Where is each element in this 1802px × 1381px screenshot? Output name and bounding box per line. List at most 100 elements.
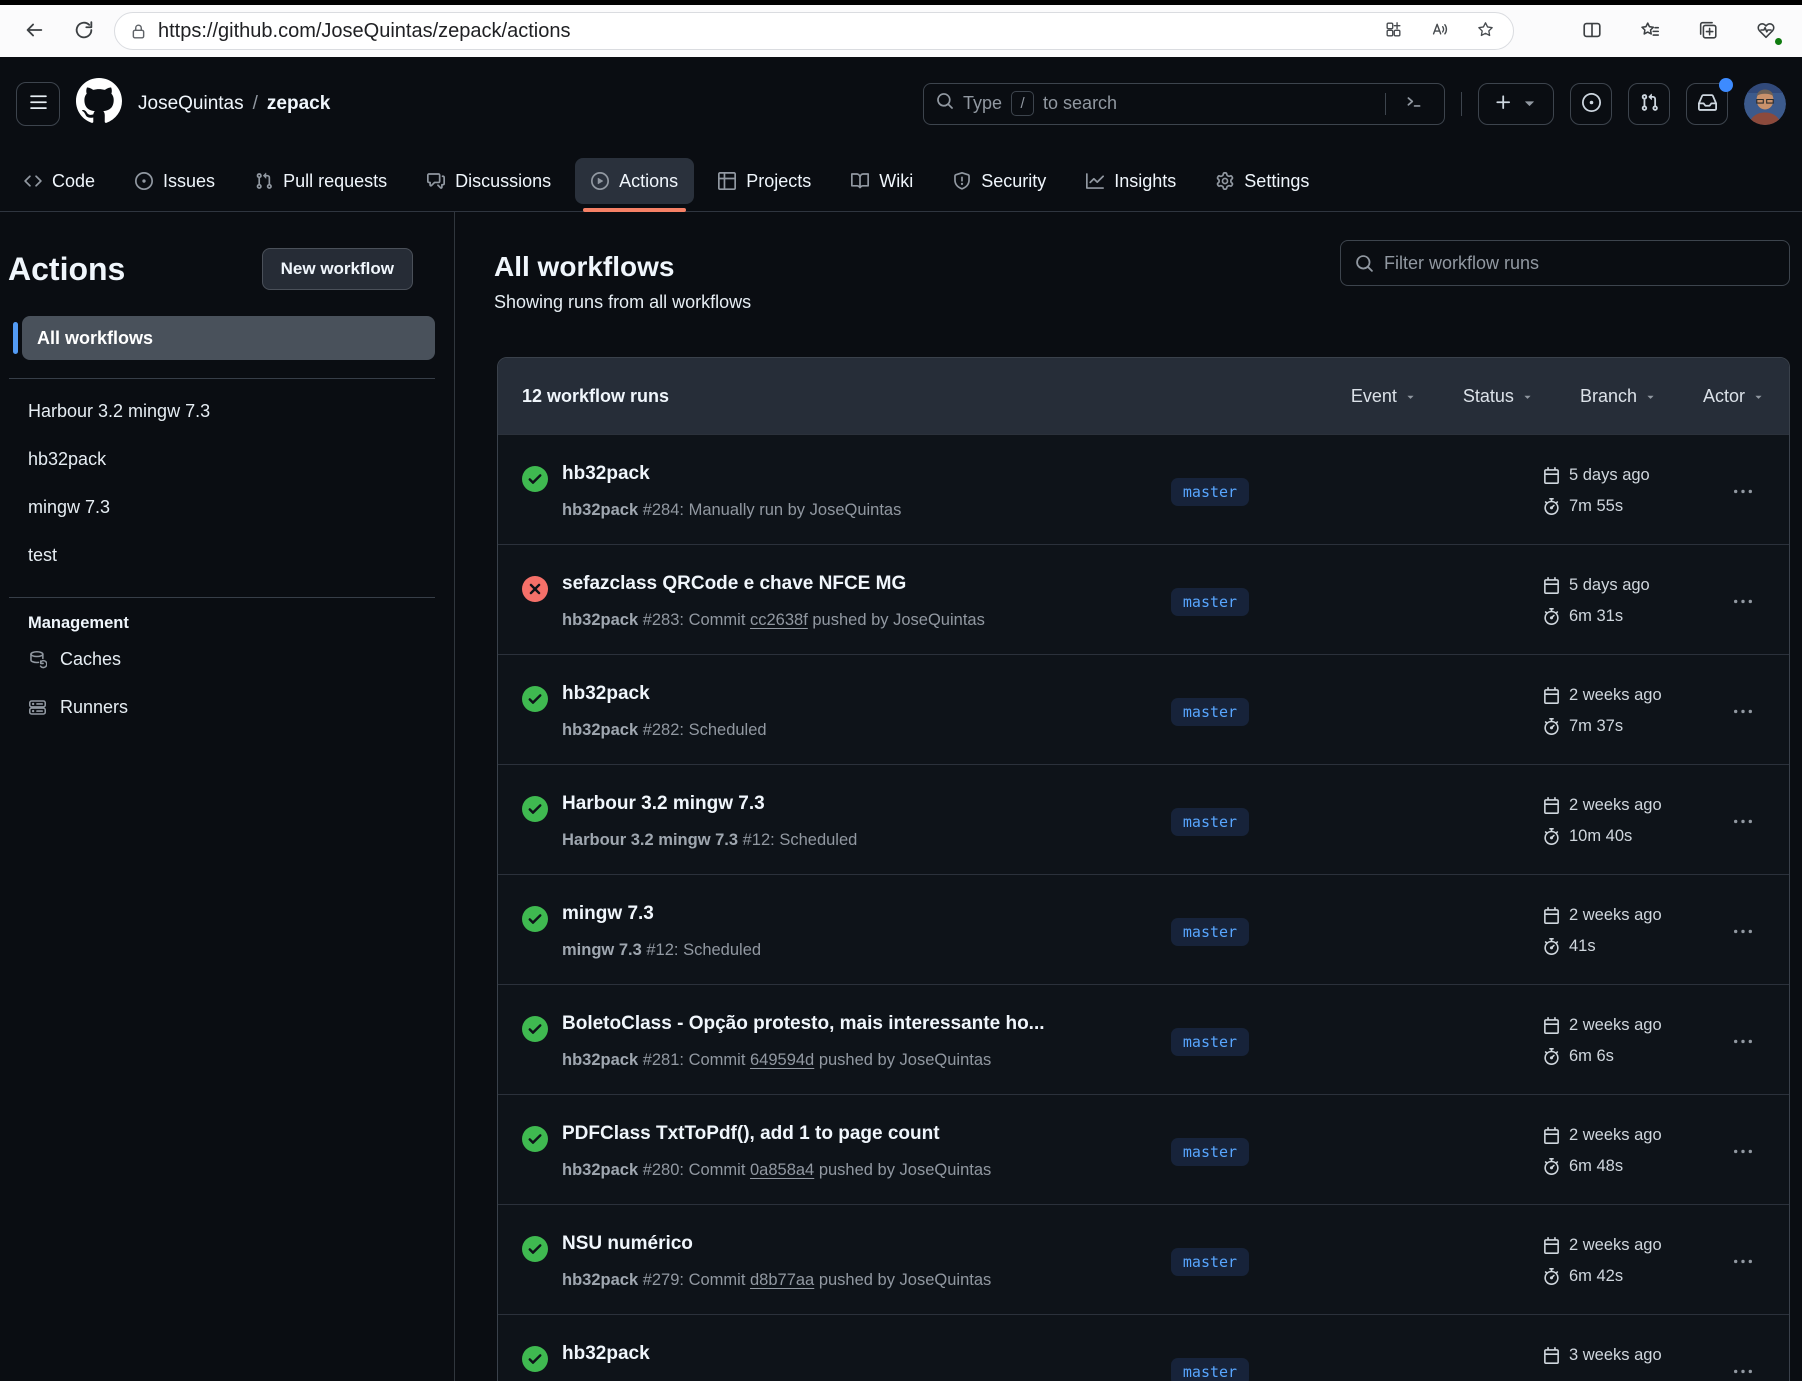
run-menu-button[interactable] xyxy=(1734,703,1752,724)
caret-down-icon xyxy=(1520,93,1539,115)
filter-event-dropdown[interactable]: Event xyxy=(1351,386,1417,407)
sidebar-item-caches[interactable]: Caches xyxy=(8,635,454,683)
run-title-link[interactable]: hb32pack xyxy=(562,461,1135,487)
run-description: hb32pack #279: Commit d8b77aa pushed by … xyxy=(562,1269,1135,1291)
breadcrumb-repo[interactable]: zepack xyxy=(267,93,330,115)
breadcrumb: JoseQuintas / zepack xyxy=(138,93,330,115)
browser-essentials-button[interactable] xyxy=(1744,11,1788,51)
tab-insights[interactable]: Insights xyxy=(1070,158,1192,204)
tab-discussions[interactable]: Discussions xyxy=(411,158,567,204)
branch-badge[interactable]: master xyxy=(1171,1138,1249,1166)
global-menu-button[interactable] xyxy=(16,82,60,126)
avatar[interactable] xyxy=(1744,83,1786,125)
add-favorite-button[interactable] xyxy=(1467,14,1503,48)
tab-settings[interactable]: Settings xyxy=(1200,158,1325,204)
run-menu-button[interactable] xyxy=(1734,1033,1752,1054)
run-title-link[interactable]: mingw 7.3 xyxy=(562,901,1135,927)
apps-button[interactable] xyxy=(1375,14,1411,48)
tab-wiki[interactable]: Wiki xyxy=(835,158,929,204)
commit-link[interactable]: 0a858a4 xyxy=(750,1161,814,1179)
back-icon xyxy=(23,19,45,44)
github-logo[interactable] xyxy=(76,78,122,129)
tab-pull-requests[interactable]: Pull requests xyxy=(239,158,403,204)
filter-branch-dropdown[interactable]: Branch xyxy=(1580,386,1657,407)
command-palette-button[interactable] xyxy=(1396,87,1432,121)
stopwatch-icon xyxy=(1543,938,1560,955)
breadcrumb-owner[interactable]: JoseQuintas xyxy=(138,93,244,115)
sidebar-workflow-hb32pack[interactable]: hb32pack xyxy=(8,435,454,483)
tab-label: Pull requests xyxy=(283,171,387,192)
discussion-icon xyxy=(427,172,445,190)
kebab-icon xyxy=(1734,923,1752,944)
branch-badge[interactable]: master xyxy=(1171,808,1249,836)
run-title-link[interactable]: hb32pack xyxy=(562,681,1135,707)
sidebar-item-runners[interactable]: Runners xyxy=(8,683,454,731)
run-menu-button[interactable] xyxy=(1734,483,1752,504)
header-separator xyxy=(1461,92,1462,116)
tab-security[interactable]: Security xyxy=(937,158,1062,204)
check-circle-icon xyxy=(522,1016,562,1042)
branch-badge[interactable]: master xyxy=(1171,918,1249,946)
commit-link[interactable]: cc2638f xyxy=(750,611,808,629)
stopwatch-icon xyxy=(1543,1048,1560,1065)
split-screen-button[interactable] xyxy=(1570,11,1614,51)
refresh-icon xyxy=(73,19,95,44)
run-title-link[interactable]: hb32pack xyxy=(562,1341,1135,1367)
branch-badge[interactable]: master xyxy=(1171,588,1249,616)
create-new-button[interactable] xyxy=(1478,83,1554,125)
calendar-icon xyxy=(1543,1347,1560,1364)
collections-button[interactable] xyxy=(1686,11,1730,51)
branch-badge[interactable]: master xyxy=(1171,1358,1249,1381)
read-aloud-button[interactable] xyxy=(1421,14,1457,48)
code-icon xyxy=(24,172,42,190)
global-search-input[interactable]: Type / to search xyxy=(923,83,1445,125)
filter-workflow-runs-box xyxy=(1340,240,1790,286)
tab-actions[interactable]: Actions xyxy=(575,158,694,204)
kebab-icon xyxy=(1734,593,1752,614)
run-description: hb32pack #282: Scheduled xyxy=(562,719,1135,741)
filter-workflow-runs-input[interactable] xyxy=(1384,253,1775,274)
address-bar[interactable]: https://github.com/JoseQuintas/zepack/ac… xyxy=(114,12,1514,50)
sidebar-workflow-harbour-3-2-mingw-7-3[interactable]: Harbour 3.2 mingw 7.3 xyxy=(8,387,454,435)
run-title-link[interactable]: PDFClass TxtToPdf(), add 1 to page count xyxy=(562,1121,1135,1147)
run-title-link[interactable]: Harbour 3.2 mingw 7.3 xyxy=(562,791,1135,817)
workflow-run-row: sefazclass QRCode e chave NFCE MG hb32pa… xyxy=(498,544,1789,654)
new-workflow-button[interactable]: New workflow xyxy=(262,248,413,290)
tab-code[interactable]: Code xyxy=(8,158,111,204)
run-date: 5 days ago xyxy=(1543,572,1717,598)
filter-status-dropdown[interactable]: Status xyxy=(1463,386,1534,407)
sidebar-item-all-workflows[interactable]: All workflows xyxy=(22,316,435,360)
run-title-link[interactable]: NSU numérico xyxy=(562,1231,1135,1257)
global-issues-button[interactable] xyxy=(1570,83,1612,125)
check-circle-icon xyxy=(522,1126,562,1152)
check-circle-icon xyxy=(522,466,562,492)
branch-badge[interactable]: master xyxy=(1171,698,1249,726)
run-title-link[interactable]: sefazclass QRCode e chave NFCE MG xyxy=(562,571,1135,597)
tab-projects[interactable]: Projects xyxy=(702,158,827,204)
sidebar-workflow-test[interactable]: test xyxy=(8,531,454,579)
url-text[interactable]: https://github.com/JoseQuintas/zepack/ac… xyxy=(158,20,1365,43)
github-mark-icon xyxy=(76,78,122,129)
run-description: Harbour 3.2 mingw 7.3 #12: Scheduled xyxy=(562,829,1135,851)
sidebar-workflow-mingw-7-3[interactable]: mingw 7.3 xyxy=(8,483,454,531)
favorites-button[interactable] xyxy=(1628,11,1672,51)
tab-issues[interactable]: Issues xyxy=(119,158,231,204)
run-menu-button[interactable] xyxy=(1734,923,1752,944)
run-menu-button[interactable] xyxy=(1734,1253,1752,1274)
calendar-icon xyxy=(1543,687,1560,704)
run-menu-button[interactable] xyxy=(1734,1143,1752,1164)
run-menu-button[interactable] xyxy=(1734,1363,1752,1381)
branch-badge[interactable]: master xyxy=(1171,1248,1249,1276)
commit-link[interactable]: d8b77aa xyxy=(750,1271,814,1289)
run-menu-button[interactable] xyxy=(1734,813,1752,834)
browser-refresh-button[interactable] xyxy=(64,11,104,51)
commit-link[interactable]: 649594d xyxy=(750,1051,814,1069)
branch-badge[interactable]: master xyxy=(1171,1028,1249,1056)
global-pull-requests-button[interactable] xyxy=(1628,83,1670,125)
run-title-link[interactable]: BoletoClass - Opção protesto, mais inter… xyxy=(562,1011,1135,1037)
filter-actor-dropdown[interactable]: Actor xyxy=(1703,386,1765,407)
branch-badge[interactable]: master xyxy=(1171,478,1249,506)
browser-back-button[interactable] xyxy=(14,11,54,51)
run-menu-button[interactable] xyxy=(1734,593,1752,614)
run-duration: 6m 42s xyxy=(1543,1263,1717,1289)
